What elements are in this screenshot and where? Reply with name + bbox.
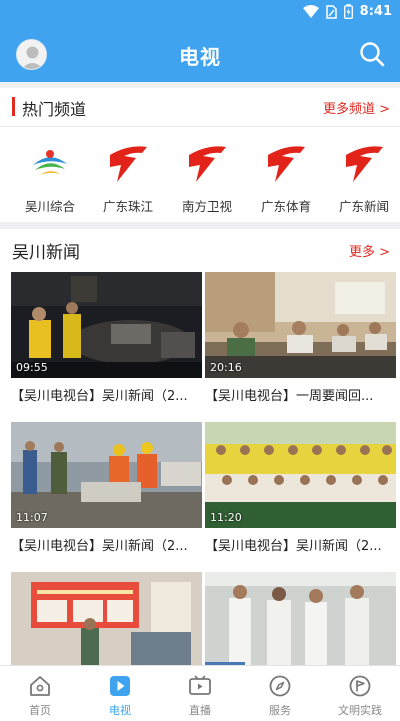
- app-header: 电视: [0, 26, 400, 82]
- video-duration: 11:07: [16, 511, 48, 524]
- video-card[interactable]: [11, 572, 202, 665]
- video-thumbnail[interactable]: [205, 572, 396, 665]
- video-card[interactable]: [205, 572, 396, 665]
- exhibition-hall-scene-icon: [11, 572, 202, 665]
- channel-guangdong-pearl[interactable]: 广东珠江: [89, 140, 167, 214]
- tab-label: 首页: [29, 704, 51, 717]
- section-marker: [12, 97, 15, 116]
- gdtv-logo-icon: [346, 146, 383, 182]
- search-button[interactable]: [358, 40, 386, 68]
- tab-tv[interactable]: 电视: [80, 666, 160, 721]
- channel-southern-satellite[interactable]: 南方卫视: [168, 140, 246, 214]
- video-card[interactable]: 09:55 【吴川电视台】吴川新闻（2...: [11, 272, 202, 412]
- tab-label: 文明实践: [338, 704, 382, 717]
- more-news-link[interactable]: 更多 >: [349, 241, 390, 260]
- wuchuan-news-section: 吴川新闻 更多 > 09:55 【吴川电视台】吴川新闻（2... 20:16 【…: [0, 229, 400, 665]
- wuchuan-tv-logo-icon: [33, 150, 67, 175]
- channel-guangdong-sports[interactable]: 广东体育: [247, 140, 325, 214]
- channel-wuchuan-general[interactable]: 吴川综合: [11, 140, 89, 214]
- video-duration: 20:16: [210, 361, 242, 374]
- flag-icon: [349, 675, 371, 697]
- video-duration: 09:55: [16, 361, 48, 374]
- sim-icon: [325, 4, 337, 19]
- tab-service[interactable]: 服务: [240, 666, 320, 721]
- hot-channels-section: 热门频道 更多频道 > 吴川综合 广东珠江 南方卫视 广东体育 广东新闻: [0, 88, 400, 222]
- gdtv-logo-icon: [268, 146, 305, 182]
- video-thumbnail[interactable]: [11, 572, 202, 665]
- channel-label: 广东体育: [260, 199, 311, 214]
- gdtv-logo-icon: [189, 146, 226, 182]
- page-title: 电视: [179, 45, 221, 69]
- battery-icon: [343, 4, 353, 19]
- bottom-tab-bar: 首页 电视 直播 服务 文明实践: [0, 665, 400, 721]
- channel-guangdong-news[interactable]: 广东新闻: [325, 140, 400, 214]
- status-bar: 8:41: [0, 0, 400, 26]
- video-card[interactable]: 11:20 【吴川电视台】吴川新闻（2...: [205, 422, 396, 562]
- status-time: 8:41: [359, 4, 392, 19]
- tab-label: 直播: [189, 704, 211, 717]
- channel-label: 南方卫视: [181, 199, 232, 214]
- channel-label: 吴川综合: [24, 199, 75, 214]
- video-card[interactable]: 20:16 【吴川电视台】一周要闻回...: [205, 272, 396, 412]
- channel-label: 广东新闻: [338, 199, 389, 214]
- tab-label: 电视: [109, 704, 131, 717]
- video-duration: 11:20: [210, 511, 242, 524]
- video-card[interactable]: 11:07 【吴川电视台】吴川新闻（2...: [11, 422, 202, 562]
- tab-live[interactable]: 直播: [160, 666, 240, 721]
- tv-play-icon: [110, 676, 130, 696]
- gdtv-logo-icon: [110, 146, 147, 182]
- video-caption[interactable]: 【吴川电视台】吴川新闻（2...: [205, 535, 396, 554]
- tab-label: 服务: [269, 704, 291, 717]
- video-caption[interactable]: 【吴川电视台】吴川新闻（2...: [11, 535, 202, 554]
- home-icon: [30, 676, 50, 696]
- tab-home[interactable]: 首页: [0, 666, 80, 721]
- hot-channels-header: 热门频道 更多频道 >: [0, 88, 400, 126]
- channel-label: 广东珠江: [102, 199, 153, 214]
- wifi-icon: [302, 4, 319, 18]
- divider: [0, 126, 400, 127]
- compass-icon: [269, 675, 291, 697]
- video-caption[interactable]: 【吴川电视台】吴川新闻（2...: [11, 385, 202, 404]
- tab-civilization-practice[interactable]: 文明实践: [320, 666, 400, 721]
- video-thumbnail[interactable]: 09:55: [11, 272, 202, 378]
- video-thumbnail[interactable]: 20:16: [205, 272, 396, 378]
- officials-visit-scene-icon: [205, 572, 396, 665]
- live-video-icon: [189, 675, 211, 695]
- news-section-title: 吴川新闻: [12, 243, 80, 263]
- video-thumbnail[interactable]: 11:07: [11, 422, 202, 528]
- hot-channels-title: 热门频道: [22, 100, 87, 119]
- video-thumbnail[interactable]: 11:20: [205, 422, 396, 528]
- more-channels-link[interactable]: 更多频道 >: [323, 98, 390, 117]
- video-caption[interactable]: 【吴川电视台】一周要闻回...: [205, 385, 396, 404]
- search-icon: [360, 42, 385, 67]
- status-icons: 8:41: [302, 4, 392, 19]
